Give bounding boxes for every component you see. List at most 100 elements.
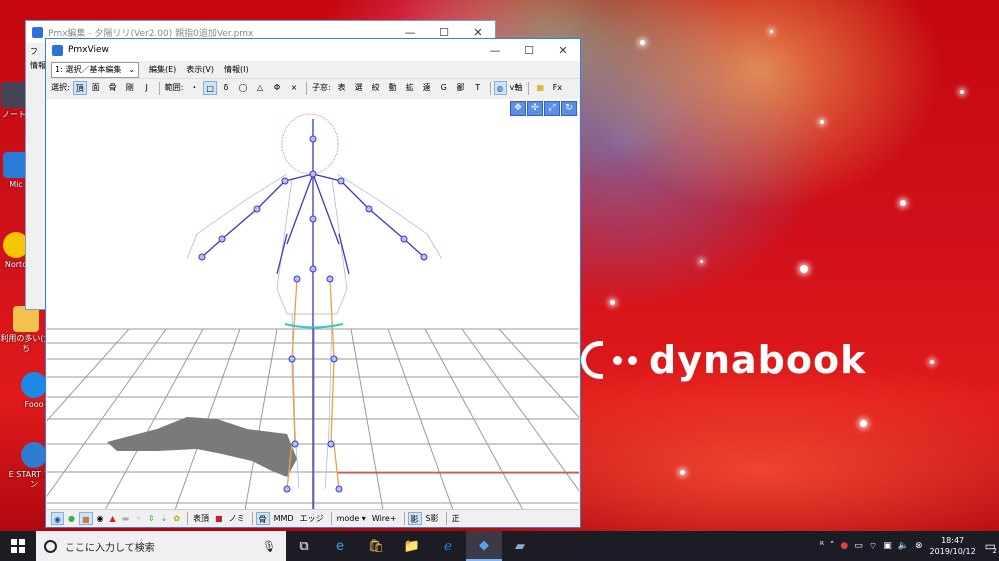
edge-icon[interactable]: e (322, 531, 358, 561)
soft-view-icon[interactable]: ⇣ (159, 512, 170, 525)
range-cross-button[interactable]: × (286, 81, 302, 95)
pmx-editor-title: Pmx編集 - 夕陽リリ(Ver2.00) 親指0追加Ver.pmx (48, 28, 254, 39)
axis-globe-icon[interactable]: ◍ (493, 81, 507, 95)
store-icon[interactable]: 🛍 (358, 531, 394, 561)
sub-t-button[interactable]: T (470, 81, 486, 95)
range-delta-button[interactable]: δ (218, 81, 234, 95)
status-toolbar: ◉ ● ■ ◉ ▲ ▬ ✧ ⇕ ⇣ ✿ 表頂 ■ ノミ 骨 MMD エッジ mo… (47, 509, 579, 526)
people-icon[interactable]: ᴿ (820, 541, 824, 551)
face-view-icon[interactable]: ● (66, 512, 77, 525)
view-nav-buttons: ✥ ✣ ⤢ ↻ (509, 101, 577, 116)
shadow-button[interactable]: 影 (407, 511, 422, 525)
range-phi-button[interactable]: Φ (269, 81, 285, 95)
show-vertex-button[interactable]: 表頂 (191, 512, 211, 525)
joint-view-icon[interactable]: ✧ (133, 512, 144, 525)
clock-time: 18:47 (941, 536, 965, 545)
ime-icon[interactable]: ⊗ (915, 541, 923, 551)
pan-icon[interactable]: ✣ (527, 101, 543, 116)
nomi-button[interactable]: ノミ (227, 512, 247, 525)
viewport-scene (47, 113, 579, 510)
bone-view-icon[interactable]: ◉ (95, 512, 106, 525)
select-bone-button[interactable]: 骨 (105, 81, 121, 95)
vertex-view-icon[interactable]: ◉ (51, 511, 64, 525)
pmxview-window[interactable]: PmxView — ☐ ✕ 1: 選択／基本編集 ⌄ 編集(E) 表示(V) 情… (45, 38, 581, 528)
start-button[interactable] (0, 531, 36, 561)
close-button[interactable]: ✕ (461, 26, 495, 39)
clock[interactable]: 18:47 2019/10/12 (930, 535, 976, 557)
mmd-button[interactable]: MMD (272, 512, 296, 525)
material-view-icon[interactable]: ■ (78, 511, 93, 525)
notebook-app-icon[interactable]: ▰ (502, 531, 538, 561)
range-triangle-button[interactable]: △ (252, 81, 268, 95)
clock-date: 2019/10/12 (929, 547, 976, 556)
pmxview-titlebar[interactable]: PmxView — ☐ ✕ (46, 39, 580, 61)
model-shadow (107, 417, 297, 477)
search-placeholder: ここに入力して検索 (65, 542, 155, 554)
range-circle-button[interactable]: ◯ (235, 81, 251, 95)
sub-hi-button[interactable]: 鄙 (453, 81, 469, 95)
sub-table-button[interactable]: 表 (334, 81, 350, 95)
select-vertex-button[interactable]: 頂 (72, 81, 87, 95)
grid-icon[interactable]: ▦ (532, 81, 548, 95)
wire-button[interactable]: Wire+ (370, 512, 399, 525)
sub-far-button[interactable]: 遠 (419, 81, 435, 95)
notification-count: 2 (992, 547, 997, 555)
volume-icon[interactable]: 🔈 (898, 541, 909, 551)
taskbar-search[interactable]: ここに入力して検索 🎙 (36, 531, 286, 561)
file-explorer-icon[interactable]: 📁 (394, 531, 430, 561)
ik-view-icon[interactable]: ⇕ (146, 512, 157, 525)
battery-icon[interactable]: ▭ (854, 541, 863, 551)
minimize-button[interactable]: — (393, 26, 427, 39)
notification-icon[interactable]: ▭ 2 (985, 539, 997, 555)
chevron-down-icon: ⌄ (128, 64, 135, 74)
front-view-button[interactable]: 正 (450, 512, 462, 525)
mode-dropdown[interactable]: mode ▾ (335, 512, 368, 525)
sub-scale-button[interactable]: 拡 (402, 81, 418, 95)
sub-g-button[interactable]: G (436, 81, 452, 95)
pmxview-title: PmxView (68, 45, 109, 55)
range-rect-button[interactable]: □ (203, 81, 217, 95)
select-rigid-button[interactable]: 剛 (122, 81, 138, 95)
move-icon[interactable]: ✥ (510, 101, 526, 116)
system-tray: ᴿ ˄ ● ▭ ⌔ ▣ 🔈 ⊗ 18:47 2019/10/12 ▭ 2 (817, 535, 999, 557)
estart-icon (21, 442, 47, 468)
select-face-button[interactable]: 面 (88, 81, 104, 95)
range-point-button[interactable]: ・ (186, 81, 202, 95)
task-view-icon[interactable]: ⧉ (286, 531, 322, 561)
select-joint-button[interactable]: J (139, 81, 155, 95)
bone-button[interactable]: 骨 (255, 511, 270, 525)
microphone-icon[interactable]: 🎙 (262, 540, 276, 553)
maximize-button[interactable]: ☐ (427, 26, 461, 39)
chevron-up-icon[interactable]: ˄ (830, 541, 835, 551)
pmx-taskbar-icon[interactable]: ◆ (466, 531, 502, 561)
3d-viewport[interactable]: ✥ ✣ ⤢ ↻ (47, 99, 579, 510)
select-label: 選択: (51, 83, 70, 92)
sub-move-button[interactable]: 動 (385, 81, 401, 95)
rotate-icon[interactable]: ↻ (561, 101, 577, 116)
range-label: 範囲: (164, 83, 184, 92)
menu-view[interactable]: 表示(V) (186, 64, 214, 75)
sub-select-button[interactable]: 選 (351, 81, 367, 95)
internet-explorer-icon[interactable]: ℯ (430, 531, 466, 561)
fx-button[interactable]: Fx (549, 81, 565, 95)
mode-select[interactable]: 1: 選択／基本編集 ⌄ (51, 61, 139, 78)
minimize-button[interactable]: — (478, 44, 512, 57)
menu-edit[interactable]: 編集(E) (149, 64, 176, 75)
maximize-button[interactable]: ☐ (512, 44, 546, 57)
edge-button[interactable]: エッジ (298, 512, 326, 525)
close-button[interactable]: ✕ (546, 44, 580, 57)
self-shadow-button[interactable]: S影 (424, 512, 441, 525)
morph-view-icon[interactable]: ▲ (108, 512, 118, 525)
ie-icon (21, 372, 47, 398)
rigid-view-icon[interactable]: ▬ (120, 512, 132, 525)
antivirus-icon[interactable]: ● (840, 541, 848, 551)
sub-filter-button[interactable]: 絞 (368, 81, 384, 95)
menu-info[interactable]: 情報(I) (224, 64, 249, 75)
texture-view-icon[interactable]: ✿ (171, 512, 182, 525)
wifi-icon[interactable]: ⌔ (869, 541, 877, 552)
zoom-icon[interactable]: ⤢ (544, 101, 560, 116)
color-swatch-icon[interactable]: ■ (213, 512, 225, 525)
v-axis-button[interactable]: v軸 (508, 81, 525, 95)
camera-icon[interactable]: ▣ (883, 541, 892, 551)
subwindow-label: 子窓: (311, 83, 331, 92)
